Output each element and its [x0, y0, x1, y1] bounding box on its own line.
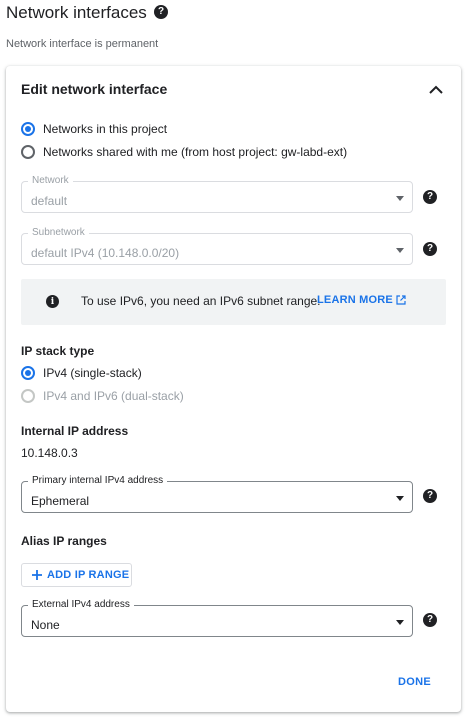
learn-more-link[interactable]: LEARN MORE — [317, 294, 406, 306]
alias-ip-ranges-label: Alias IP ranges — [21, 534, 107, 548]
radio-label: IPv4 (single-stack) — [43, 366, 142, 380]
field-value: None — [31, 618, 60, 632]
add-ip-range-button[interactable]: ADD IP RANGE — [21, 563, 132, 587]
info-text: To use IPv6, you need an IPv6 subnet ran… — [81, 294, 321, 308]
radio-ipv4-ipv6-dual-stack: IPv4 and IPv6 (dual-stack) — [21, 389, 184, 403]
help-circle-icon[interactable]: ? — [423, 613, 437, 627]
field-label: External IPv4 address — [28, 599, 134, 611]
radio-button-checked[interactable] — [21, 366, 35, 380]
dropdown-arrow-icon — [396, 196, 404, 201]
field-value: default IPv4 (10.148.0.0/20) — [31, 246, 180, 260]
network-select: Network default — [21, 175, 413, 213]
subnetwork-select: Subnetwork default IPv4 (10.148.0.0/20) — [21, 227, 413, 265]
help-circle-icon[interactable]: ? — [423, 242, 437, 256]
primary-internal-ipv4-select[interactable]: Primary internal IPv4 address Ephemeral — [21, 475, 413, 513]
page-subtitle: Network interface is permanent — [6, 38, 159, 50]
radio-networks-shared[interactable]: Networks shared with me (from host proje… — [21, 145, 347, 159]
dropdown-arrow-icon — [396, 620, 404, 625]
help-circle-icon[interactable]: ? — [154, 5, 168, 19]
radio-button[interactable] — [21, 145, 35, 159]
radio-label: IPv4 and IPv6 (dual-stack) — [43, 389, 184, 403]
add-ip-range-label: ADD IP RANGE — [47, 569, 130, 581]
field-value: default — [31, 194, 68, 208]
radio-label: Networks shared with me (from host proje… — [43, 145, 348, 159]
page-title: Network interfaces — [6, 3, 147, 22]
field-label: Subnetwork — [28, 227, 89, 239]
radio-button-disabled — [21, 389, 35, 403]
ip-stack-type-label: IP stack type — [21, 344, 95, 358]
done-button[interactable]: DONE — [392, 674, 437, 690]
card-title: Edit network interface — [21, 81, 168, 97]
dropdown-arrow-icon — [396, 496, 404, 501]
help-circle-icon[interactable]: ? — [423, 190, 437, 204]
plus-icon — [32, 570, 42, 580]
external-ipv4-select[interactable]: External IPv4 address None — [21, 599, 413, 637]
field-value: Ephemeral — [31, 494, 90, 508]
field-label: Network — [28, 175, 73, 187]
radio-ipv4-single-stack[interactable]: IPv4 (single-stack) — [21, 366, 142, 380]
chevron-up-icon[interactable] — [426, 80, 446, 100]
radio-networks-in-project[interactable]: Networks in this project — [21, 122, 167, 136]
internal-ip-label: Internal IP address — [21, 424, 129, 438]
radio-button-checked[interactable] — [21, 122, 35, 136]
info-icon: i — [46, 295, 59, 308]
internal-ip-value: 10.148.0.3 — [21, 446, 78, 460]
dropdown-arrow-icon — [396, 248, 404, 253]
external-link-icon — [396, 295, 406, 305]
radio-label: Networks in this project — [43, 122, 168, 136]
field-label: Primary internal IPv4 address — [28, 475, 168, 487]
help-circle-icon[interactable]: ? — [423, 489, 437, 503]
learn-more-label: LEARN MORE — [317, 294, 393, 306]
